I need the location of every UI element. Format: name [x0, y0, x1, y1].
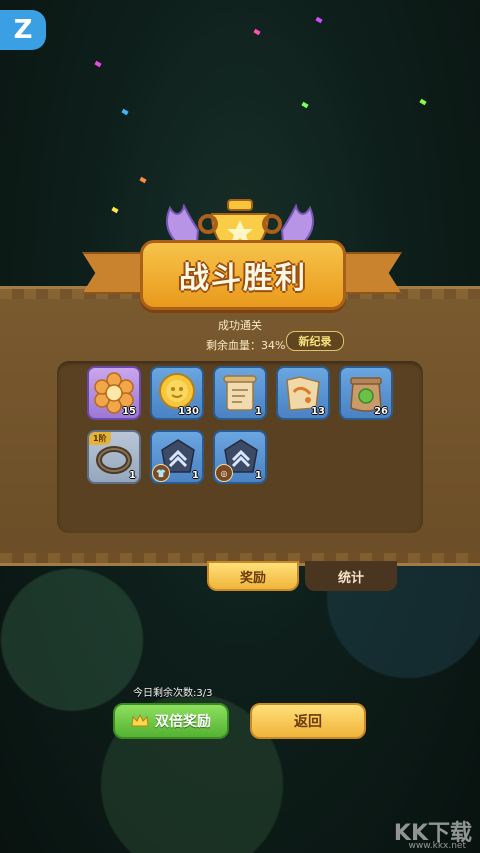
item-qty: 1: [129, 470, 136, 481]
reward-item[interactable]: 1: [213, 366, 267, 420]
reward-item[interactable]: 26: [339, 366, 393, 420]
app-logo[interactable]: Z: [0, 10, 46, 50]
watermark-url: www.kkx.net: [408, 841, 467, 851]
item-qty: 1: [192, 470, 199, 481]
banner-title: 战斗胜利: [179, 261, 307, 296]
reward-item[interactable]: 15: [87, 366, 141, 420]
remaining-attempts-text: 今日剩余次数:3/3: [133, 688, 213, 699]
crown-icon: [131, 714, 149, 727]
reward-item[interactable]: ◎ 1: [213, 430, 267, 484]
app-logo-letter: Z: [13, 15, 33, 45]
shirt-icon: 👕: [152, 464, 170, 482]
reward-item[interactable]: 130: [150, 366, 204, 420]
item-qty: 130: [178, 406, 199, 417]
tier-tag: 1阶: [89, 432, 111, 445]
tab-rewards[interactable]: 奖励: [207, 561, 299, 591]
remaining-hp-text: 剩余血量：34%: [206, 339, 286, 352]
double-reward-label: 双倍奖励: [155, 714, 211, 730]
item-qty: 1: [255, 470, 262, 481]
victory-banner: 战斗胜利: [140, 240, 346, 310]
tab-stats[interactable]: 统计: [305, 561, 397, 591]
ring-small-icon: ◎: [215, 464, 233, 482]
reward-item[interactable]: 1阶 1: [87, 430, 141, 484]
back-button[interactable]: 返回: [250, 703, 366, 739]
double-reward-button[interactable]: 双倍奖励: [113, 703, 229, 739]
item-qty: 1: [255, 406, 262, 417]
new-record-badge: 新纪录: [286, 331, 344, 351]
reward-item[interactable]: 13: [276, 366, 330, 420]
item-qty: 15: [122, 406, 136, 417]
reward-item[interactable]: 👕 1: [150, 430, 204, 484]
stage-cleared-text: 成功通关: [218, 319, 262, 332]
item-qty: 13: [311, 406, 325, 417]
item-qty: 26: [374, 406, 388, 417]
